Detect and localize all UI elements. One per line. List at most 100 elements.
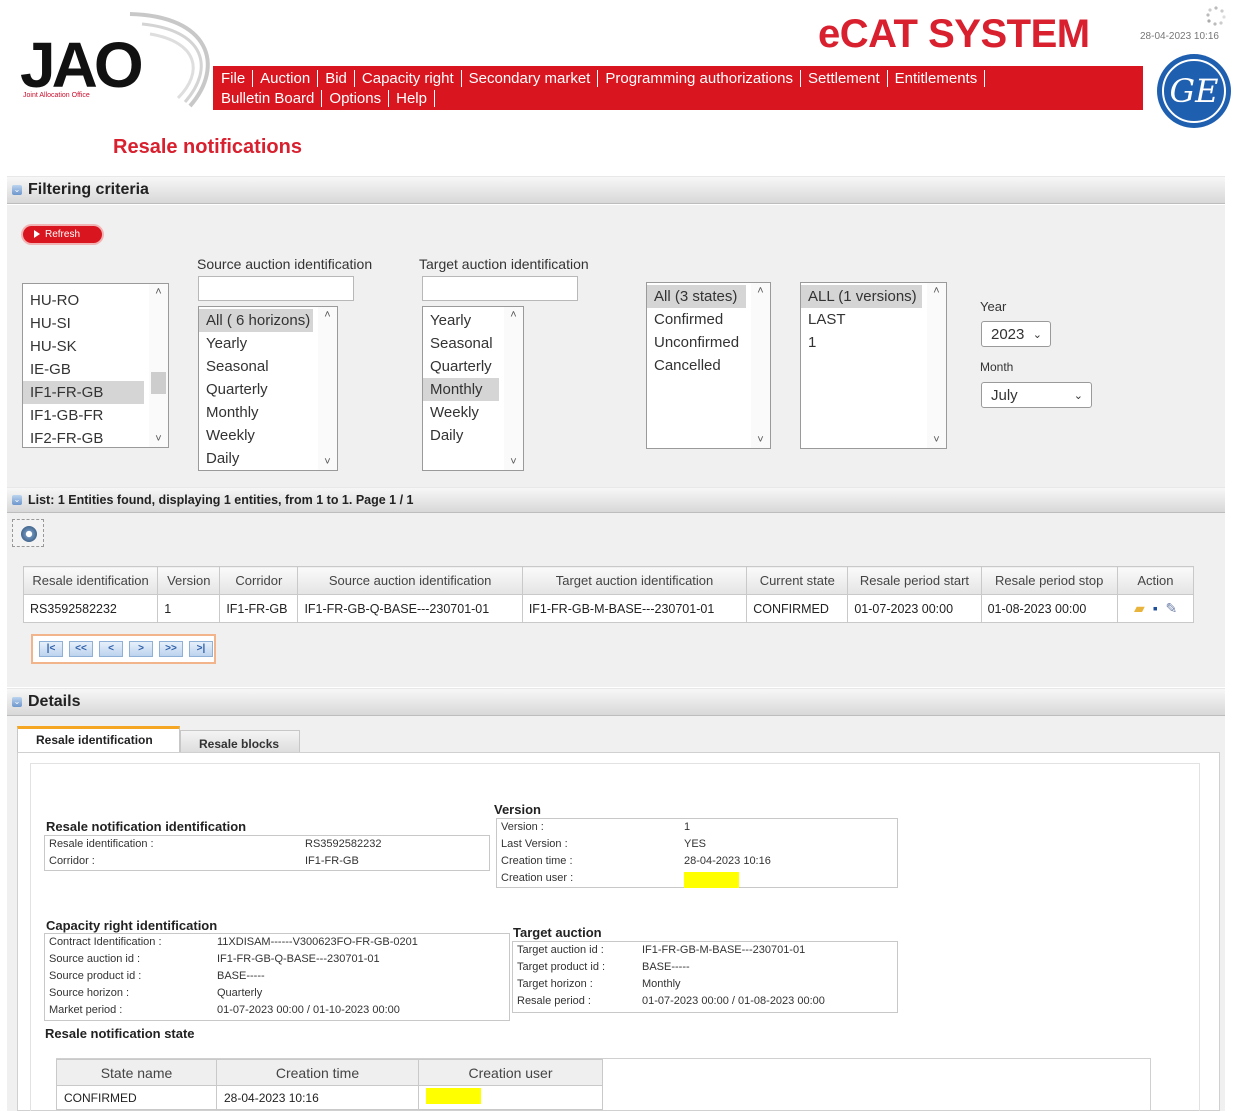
ident-group: Resale identification : RS3592582232 Corri…: [44, 835, 490, 871]
column-header-state-name[interactable]: State name: [56, 1059, 217, 1086]
kv-value: Monthly: [642, 978, 681, 990]
kv-row: Source product id : BASE-----: [45, 968, 509, 985]
menu-item-help[interactable]: Help: [389, 89, 435, 107]
target-auction-input[interactable]: [422, 276, 578, 301]
column-header-corridor[interactable]: Corridor: [219, 566, 299, 595]
kv-value: YES: [684, 838, 707, 850]
collapse-icon[interactable]: ⌄: [12, 697, 22, 707]
column-header-resale-period-stop[interactable]: Resale period stop: [980, 566, 1118, 595]
scrollbar[interactable]: ˄ ˅: [504, 307, 523, 470]
cell-resale-identification: RS3592582232: [22, 594, 159, 623]
menu-item-file[interactable]: File: [219, 69, 254, 87]
source-horizon-option[interactable]: Quarterly: [199, 378, 337, 401]
column-header-resale-identification[interactable]: Resale identification: [22, 566, 159, 595]
scrollbar[interactable]: ˄ ˅: [318, 307, 337, 470]
source-horizon-option[interactable]: Seasonal: [199, 355, 337, 378]
version-option[interactable]: LAST: [801, 308, 946, 331]
source-auction-input[interactable]: [198, 276, 354, 301]
save-icon[interactable]: ▪: [1148, 601, 1162, 615]
menu-item-bulletin-board[interactable]: Bulletin Board: [219, 89, 323, 107]
corridor-option[interactable]: IE-GB: [23, 358, 168, 381]
column-header-action[interactable]: Action: [1116, 566, 1195, 595]
scroll-up-icon[interactable]: ˄: [149, 284, 168, 300]
list-header[interactable]: ⌄ List: 1 Entities found, displaying 1 e…: [7, 487, 1225, 513]
table-row[interactable]: RS3592582232 1 IF1-FR-GB IF1-FR-GB-Q-BASE--…: [22, 594, 1195, 623]
column-header-target-auction-identification[interactable]: Target auction identification: [521, 566, 748, 595]
kv-label: Market period :: [49, 1004, 123, 1016]
menu-item-secondary-market[interactable]: Secondary market: [462, 69, 599, 87]
menu-row: Bulletin Board Options Help: [219, 88, 1137, 108]
menu-item-options[interactable]: Options: [322, 89, 390, 107]
target-horizon-option[interactable]: Monthly: [423, 378, 499, 401]
menu-item-bid[interactable]: Bid: [318, 69, 355, 87]
menu-item-capacity-right[interactable]: Capacity right: [355, 69, 462, 87]
month-select[interactable]: July ⌄: [981, 382, 1092, 408]
next-page-button[interactable]: >: [129, 641, 153, 657]
corridor-option[interactable]: HU-RO: [23, 289, 168, 312]
menu-item-programming-authorizations[interactable]: Programming authorizations: [598, 69, 801, 87]
scroll-down-icon[interactable]: ˅: [927, 432, 946, 448]
corridor-option[interactable]: HU-SK: [23, 335, 168, 358]
column-header-source-auction-identification[interactable]: Source auction identification: [297, 566, 523, 595]
last-page-button[interactable]: >|: [189, 641, 213, 657]
source-horizon-option[interactable]: All ( 6 horizons): [199, 309, 313, 332]
corridor-listbox[interactable]: HU-RO HU-SI HU-SK IE-GB IF1-FR-GB IF1-GB-FR IF…: [22, 283, 169, 448]
open-folder-icon[interactable]: ▰: [1132, 601, 1146, 615]
fast-back-button[interactable]: <<: [69, 641, 93, 657]
scrollbar[interactable]: ˄ ˅: [751, 283, 770, 448]
scroll-down-icon[interactable]: ˅: [149, 431, 168, 447]
menu-item-auction[interactable]: Auction: [253, 69, 319, 87]
corridor-option[interactable]: IF2-FR-GB: [23, 427, 168, 447]
state-option[interactable]: All (3 states): [647, 285, 746, 308]
column-header-version[interactable]: Version: [157, 566, 221, 595]
column-header-resale-period-start[interactable]: Resale period start: [847, 566, 982, 595]
source-horizon-listbox[interactable]: All ( 6 horizons) Yearly Seasonal Quarterly…: [198, 306, 338, 471]
scrollbar[interactable]: ˄ ˅: [927, 283, 946, 448]
year-select[interactable]: 2023 ⌄: [981, 321, 1051, 347]
collapse-icon[interactable]: ⌄: [12, 495, 22, 505]
scroll-up-icon[interactable]: ˄: [751, 283, 770, 299]
menu-item-entitlements[interactable]: Entitlements: [888, 69, 986, 87]
column-header-creation-time[interactable]: Creation time: [216, 1059, 419, 1086]
source-horizon-option[interactable]: Daily: [199, 447, 337, 470]
target-horizon-listbox[interactable]: Yearly Seasonal Quarterly Monthly Weekly Dail…: [422, 306, 524, 471]
kv-label: Last Version :: [501, 838, 568, 850]
scroll-thumb[interactable]: [151, 372, 166, 394]
kv-value: BASE-----: [217, 970, 265, 982]
source-horizon-option[interactable]: Yearly: [199, 332, 337, 355]
kv-label: Source product id :: [49, 970, 142, 982]
scroll-down-icon[interactable]: ˅: [318, 454, 337, 470]
version-option[interactable]: ALL (1 versions): [801, 285, 922, 308]
corridor-option[interactable]: IF1-GB-FR: [23, 404, 168, 427]
version-listbox[interactable]: ALL (1 versions) LAST 1 ˄ ˅: [800, 282, 947, 449]
menu-item-settlement[interactable]: Settlement: [801, 69, 888, 87]
edit-icon[interactable]: ✎: [1164, 601, 1178, 615]
highlighted-empty-value: [426, 1088, 481, 1104]
corridor-option[interactable]: HU-SI: [23, 312, 168, 335]
settings-button[interactable]: [12, 519, 44, 547]
refresh-button[interactable]: Refresh: [23, 226, 102, 243]
kv-value: Quarterly: [217, 987, 263, 999]
scroll-up-icon[interactable]: ˄: [927, 283, 946, 299]
first-page-button[interactable]: |<: [39, 641, 63, 657]
kv-value: 28-04-2023 10:16: [684, 855, 771, 867]
fast-forward-button[interactable]: >>: [159, 641, 183, 657]
scrollbar[interactable]: ˄ ˅: [149, 284, 168, 447]
prev-page-button[interactable]: <: [99, 641, 123, 657]
tab-resale-blocks[interactable]: Resale blocks: [180, 730, 300, 753]
collapse-icon[interactable]: ⌄: [12, 185, 22, 195]
source-horizon-option[interactable]: Weekly: [199, 424, 337, 447]
filtering-criteria-header[interactable]: ⌄ Filtering criteria: [7, 176, 1225, 204]
state-listbox[interactable]: All (3 states) Confirmed Unconfirmed Cancel…: [646, 282, 771, 449]
version-option[interactable]: 1: [801, 331, 946, 354]
source-horizon-option[interactable]: Monthly: [199, 401, 337, 424]
tab-resale-identification[interactable]: Resale identification: [17, 726, 180, 753]
corridor-option[interactable]: IF1-FR-GB: [23, 381, 144, 404]
scroll-down-icon[interactable]: ˅: [504, 454, 523, 470]
details-header[interactable]: ⌄ Details: [7, 688, 1225, 716]
scroll-down-icon[interactable]: ˅: [751, 432, 770, 448]
column-header-creation-user[interactable]: Creation user: [418, 1059, 603, 1086]
scroll-up-icon[interactable]: ˄: [504, 307, 523, 323]
column-header-current-state[interactable]: Current state: [746, 566, 849, 595]
scroll-up-icon[interactable]: ˄: [318, 307, 337, 323]
